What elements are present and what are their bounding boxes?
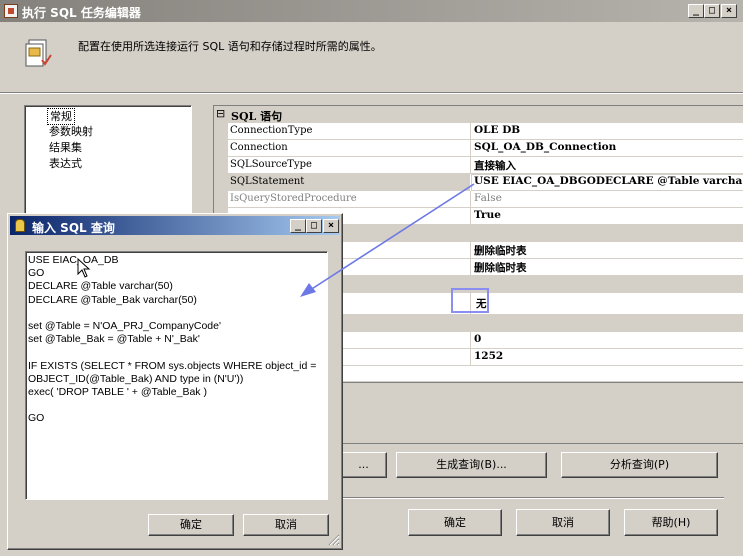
help-button[interactable]: 帮助(H) xyxy=(624,509,718,536)
window-title: 执行 SQL 任务编辑器 xyxy=(22,6,141,20)
sql-query-textbox[interactable]: USE EIAC_OA_DB GO DECLARE @Table varchar… xyxy=(25,251,328,500)
close-button[interactable]: × xyxy=(721,4,737,18)
app-icon xyxy=(4,4,18,18)
tree-item-parameter-mapping[interactable]: 参数映射 xyxy=(49,124,93,139)
browse-button[interactable]: ... xyxy=(340,452,387,478)
ok-button[interactable]: 确定 xyxy=(408,509,502,536)
dialog-title: 输入 SQL 查询 xyxy=(32,221,115,235)
minimize-button[interactable]: _ xyxy=(688,4,704,18)
cancel-button[interactable]: 取消 xyxy=(516,509,610,536)
mouse-cursor-icon xyxy=(77,257,91,278)
dialog-ok-button[interactable]: 确定 xyxy=(148,514,234,536)
task-icon xyxy=(24,38,54,70)
header-description: 配置在使用所选连接运行 SQL 语句和存储过程时所需的属性。 xyxy=(78,40,382,53)
tree-item-result-set[interactable]: 结果集 xyxy=(49,140,82,155)
database-icon xyxy=(15,219,25,232)
resize-grip-icon[interactable] xyxy=(326,532,340,546)
collapse-icon[interactable]: ⊟ xyxy=(216,107,225,120)
section-title: SQL 语句 xyxy=(231,110,283,123)
maximize-button[interactable]: □ xyxy=(704,4,720,18)
parse-query-button[interactable]: 分析查询(P) xyxy=(561,452,718,478)
tree-item-general[interactable]: 常规 xyxy=(47,108,75,125)
header-divider xyxy=(0,92,743,94)
title-bar: 执行 SQL 任务编辑器 _ □ × xyxy=(0,0,743,22)
footer-divider xyxy=(340,497,724,499)
grid-row-sql-source-type[interactable]: SQLSourceType 直接输入 xyxy=(228,157,743,174)
grid-row-connection[interactable]: Connection SQL_OA_DB_Connection xyxy=(228,140,743,157)
dialog-cancel-button[interactable]: 取消 xyxy=(243,514,329,536)
grid-section-header: ⊟ SQL 语句 xyxy=(214,106,743,123)
annotation-arrow xyxy=(300,183,475,297)
tree-item-expressions[interactable]: 表达式 xyxy=(49,156,82,171)
build-query-button[interactable]: 生成查询(B)... xyxy=(396,452,547,478)
grid-row-connection-type[interactable]: ConnectionType OLE DB xyxy=(228,123,743,140)
